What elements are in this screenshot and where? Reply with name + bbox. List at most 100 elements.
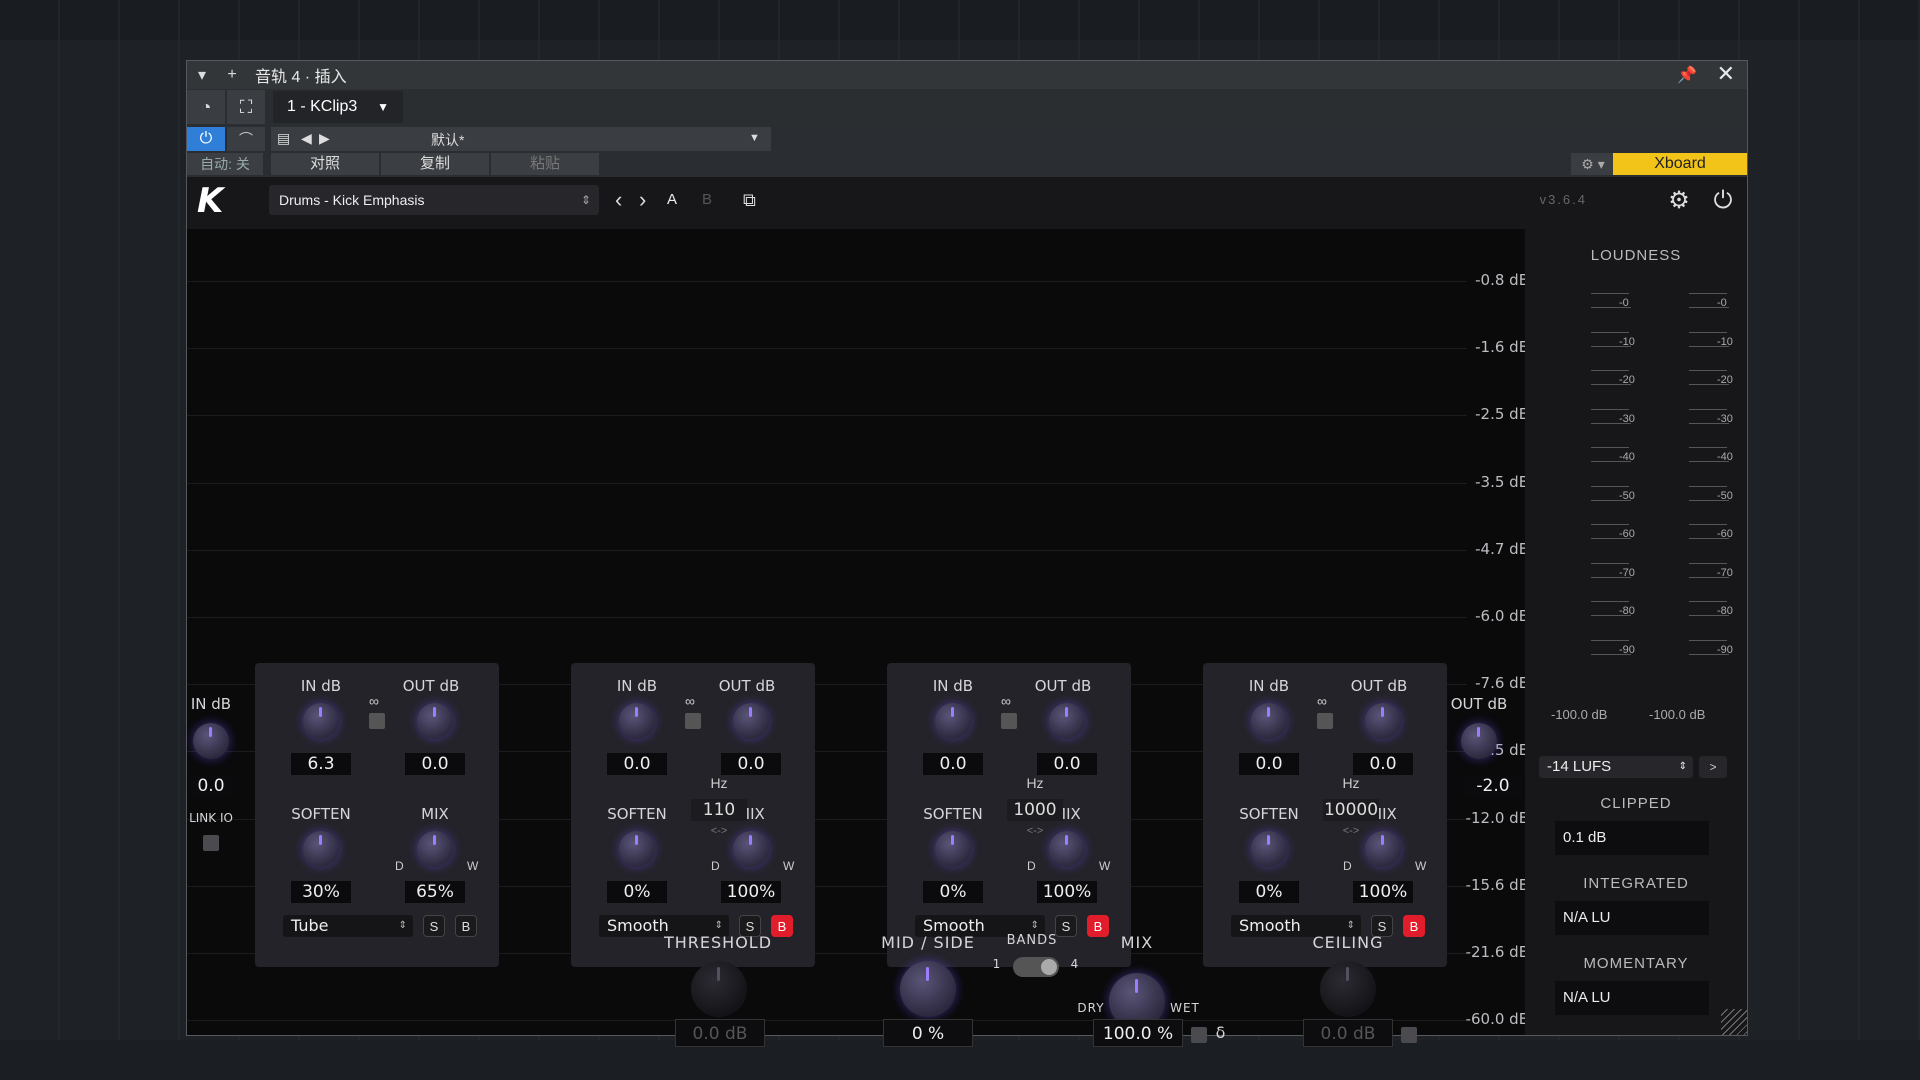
ceiling-label: CEILING (1312, 933, 1384, 952)
band-out-knob[interactable] (417, 703, 453, 739)
band-out-value[interactable]: 0.0 (405, 753, 465, 775)
chevron-down-icon[interactable]: ▾ (187, 65, 217, 85)
band-link-toggle[interactable] (1001, 713, 1017, 729)
band-in-knob[interactable] (1251, 703, 1287, 739)
link-io-checkbox[interactable] (203, 835, 219, 851)
band-link-toggle[interactable] (369, 713, 385, 729)
resize-handle[interactable] (1721, 1009, 1747, 1035)
disk-icon[interactable]: ◔ (187, 90, 225, 124)
plugin-slot-select[interactable]: 1 - KClip3 ▼ (273, 91, 403, 123)
band-in-value[interactable]: 0.0 (1239, 753, 1299, 775)
window-title: 音轨 4 · 插入 (255, 69, 347, 86)
band-soften-knob[interactable] (619, 831, 655, 867)
band-in-value[interactable]: 0.0 (607, 753, 667, 775)
copy-button[interactable]: 复制 (381, 153, 489, 175)
crossover-frequency[interactable]: 10000 (1323, 799, 1379, 821)
next-preset-icon[interactable]: › (639, 185, 646, 215)
meter-tick-label: -60 (1619, 528, 1635, 540)
pin-icon[interactable]: 📌 (1677, 65, 1697, 85)
ceiling-value[interactable]: 0.0 dB (1303, 1019, 1393, 1047)
band-soften-knob[interactable] (935, 831, 971, 867)
band-out-knob[interactable] (733, 703, 769, 739)
band-mix-value[interactable]: 100% (721, 881, 781, 903)
lufs-target-select[interactable]: -14 LUFS ⇕ (1539, 756, 1693, 778)
band-mix-value[interactable]: 100% (1037, 881, 1097, 903)
ab-a-button[interactable]: A (667, 185, 677, 215)
automation-status[interactable]: 自动: 关 (187, 153, 263, 175)
input-value[interactable]: 0.0 (189, 775, 233, 797)
band-mix-value[interactable]: 100% (1353, 881, 1413, 903)
plugin-slot-label: 1 - KClip3 (287, 98, 358, 115)
band-in-value[interactable]: 0.0 (923, 753, 983, 775)
band-soften-knob[interactable] (1251, 831, 1287, 867)
prev-icon[interactable]: ◀ (301, 130, 312, 147)
band-link-toggle[interactable] (685, 713, 701, 729)
band-bypass-button[interactable]: B (455, 915, 477, 937)
delta-checkbox[interactable] (1191, 1027, 1207, 1043)
band-in-value[interactable]: 6.3 (291, 753, 351, 775)
file-icon[interactable]: ▤ (277, 130, 290, 147)
crossover[interactable]: Hz 1000 <-> (1007, 775, 1063, 837)
db-scale-label: -12.0 dB (1465, 808, 1529, 827)
threshold-value[interactable]: 0.0 dB (675, 1019, 765, 1047)
band-out-knob[interactable] (1365, 703, 1401, 739)
grid-line (187, 617, 1467, 618)
crossover[interactable]: Hz 10000 <-> (1323, 775, 1379, 837)
crossover[interactable]: Hz 110 <-> (691, 775, 747, 837)
crossover-drag-icon[interactable]: <-> (691, 825, 747, 837)
crossover-drag-icon[interactable]: <-> (1007, 825, 1063, 837)
input-knob[interactable] (193, 723, 229, 759)
host-preset-bar[interactable]: ▤ ◀ ▶ 默认* ▼ (271, 127, 771, 151)
band-out-value[interactable]: 0.0 (1037, 753, 1097, 775)
band-in-label: IN dB (932, 677, 974, 695)
loudness-title: LOUDNESS (1590, 247, 1682, 264)
band-out-knob[interactable] (1049, 703, 1085, 739)
add-icon[interactable]: + (217, 66, 247, 84)
band-in-knob[interactable] (303, 703, 339, 739)
band-solo-button[interactable]: S (423, 915, 445, 937)
compare-button[interactable]: 对照 (271, 153, 379, 175)
band-out-value[interactable]: 0.0 (1353, 753, 1413, 775)
meter-tick (1689, 331, 1727, 333)
band-soften-value[interactable]: 0% (923, 881, 983, 903)
crossover-unit: Hz (1026, 775, 1044, 791)
paste-button[interactable]: 粘贴 (491, 153, 599, 175)
prev-preset-icon[interactable]: ‹ (615, 185, 622, 215)
lufs-more-button[interactable]: > (1699, 756, 1727, 778)
automation-icon[interactable]: ⌒ (227, 127, 265, 151)
preset-select[interactable]: Drums - Kick Emphasis ⇕ (269, 185, 599, 215)
ceiling-knob[interactable] (1320, 961, 1376, 1017)
gear-icon[interactable]: ⚙ ▾ (1571, 153, 1615, 175)
power-icon[interactable]: ⏻ (1709, 187, 1737, 215)
crossover-frequency[interactable]: 110 (691, 799, 747, 821)
ab-b-button[interactable]: B (702, 185, 712, 215)
close-icon[interactable]: ✕ (1717, 61, 1735, 87)
band-in-knob[interactable] (619, 703, 655, 739)
band-soften-value[interactable]: 0% (1239, 881, 1299, 903)
bands-toggle[interactable] (1013, 957, 1059, 977)
midside-value[interactable]: 0 % (883, 1019, 973, 1047)
band-mix-knob[interactable] (417, 831, 453, 867)
band-mix-value[interactable]: 65% (405, 881, 465, 903)
copy-icon[interactable]: ⧉ (743, 185, 756, 215)
next-icon[interactable]: ▶ (319, 130, 330, 147)
power-icon[interactable]: ⏻ (187, 127, 225, 151)
crossover-drag-icon[interactable]: <-> (1323, 825, 1379, 837)
band-mode-select[interactable]: Tube ⇕ (283, 915, 413, 937)
band-soften-value[interactable]: 30% (291, 881, 351, 903)
band-link-toggle[interactable] (1317, 713, 1333, 729)
output-value[interactable]: -2.0 (1463, 775, 1523, 797)
midside-knob[interactable] (900, 961, 956, 1017)
ceiling-checkbox[interactable] (1401, 1027, 1417, 1043)
crossover-frequency[interactable]: 1000 (1007, 799, 1063, 821)
mix-value[interactable]: 100.0 % (1093, 1019, 1183, 1047)
threshold-knob[interactable] (691, 961, 747, 1017)
band-out-value[interactable]: 0.0 (721, 753, 781, 775)
band-soften-knob[interactable] (303, 831, 339, 867)
band-soften-value[interactable]: 0% (607, 881, 667, 903)
output-knob[interactable] (1461, 723, 1497, 759)
xboard-button[interactable]: Xboard (1613, 153, 1747, 175)
routing-icon[interactable]: ⛶ (227, 90, 265, 124)
band-in-knob[interactable] (935, 703, 971, 739)
settings-icon[interactable]: ⚙ (1665, 187, 1693, 215)
